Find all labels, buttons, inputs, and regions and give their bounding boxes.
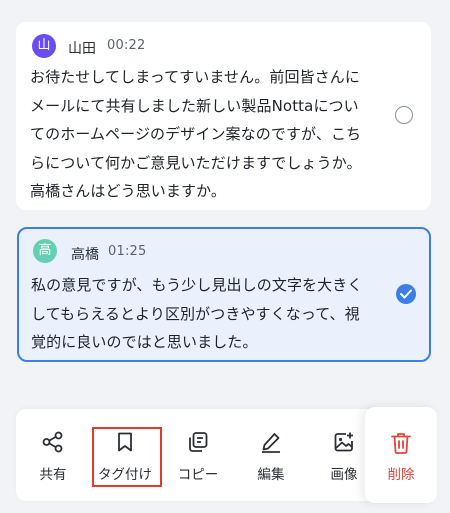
tag-button-highlight [92,427,162,487]
transcript-message-takahashi[interactable]: 高 高橋 01:25 私の意見ですが、もう少し見出しの文字を大きく してもらえる… [17,227,431,362]
image-add-icon [334,432,353,452]
delete-label: 削除 [387,467,415,483]
select-radio[interactable] [395,106,413,124]
copy-button[interactable]: コピー [163,409,233,501]
share-icon [42,431,63,453]
copy-icon [189,432,208,452]
check-circle-icon[interactable] [396,284,416,304]
avatar: 山 [32,34,56,58]
message-text: 私の意見ですが、もう少し見出しの文字を大きく してもらえるとより区別がつきやすく… [31,276,363,351]
share-label: 共有 [39,467,67,483]
speaker-name: 高橋 [71,247,99,263]
edit-button[interactable]: 編集 [236,409,306,501]
speaker-name: 山田 [68,41,96,57]
share-button[interactable]: 共有 [18,409,88,501]
timestamp: 01:25 [108,244,147,259]
message-text: お待たせしてしまってすいません。前回皆さんに メールにて共有しました新しい製品N… [30,68,362,200]
pencil-icon [262,433,280,453]
trash-icon [391,433,411,454]
edit-label: 編集 [257,467,285,483]
avatar: 高 [33,239,57,263]
delete-button[interactable]: 削除 [365,407,437,503]
timestamp: 00:22 [107,38,146,53]
copy-label: コピー [177,467,219,483]
transcript-message-yamada[interactable]: 山 山田 00:22 お待たせしてしまってすいません。前回皆さんに メールにて共… [16,22,431,210]
